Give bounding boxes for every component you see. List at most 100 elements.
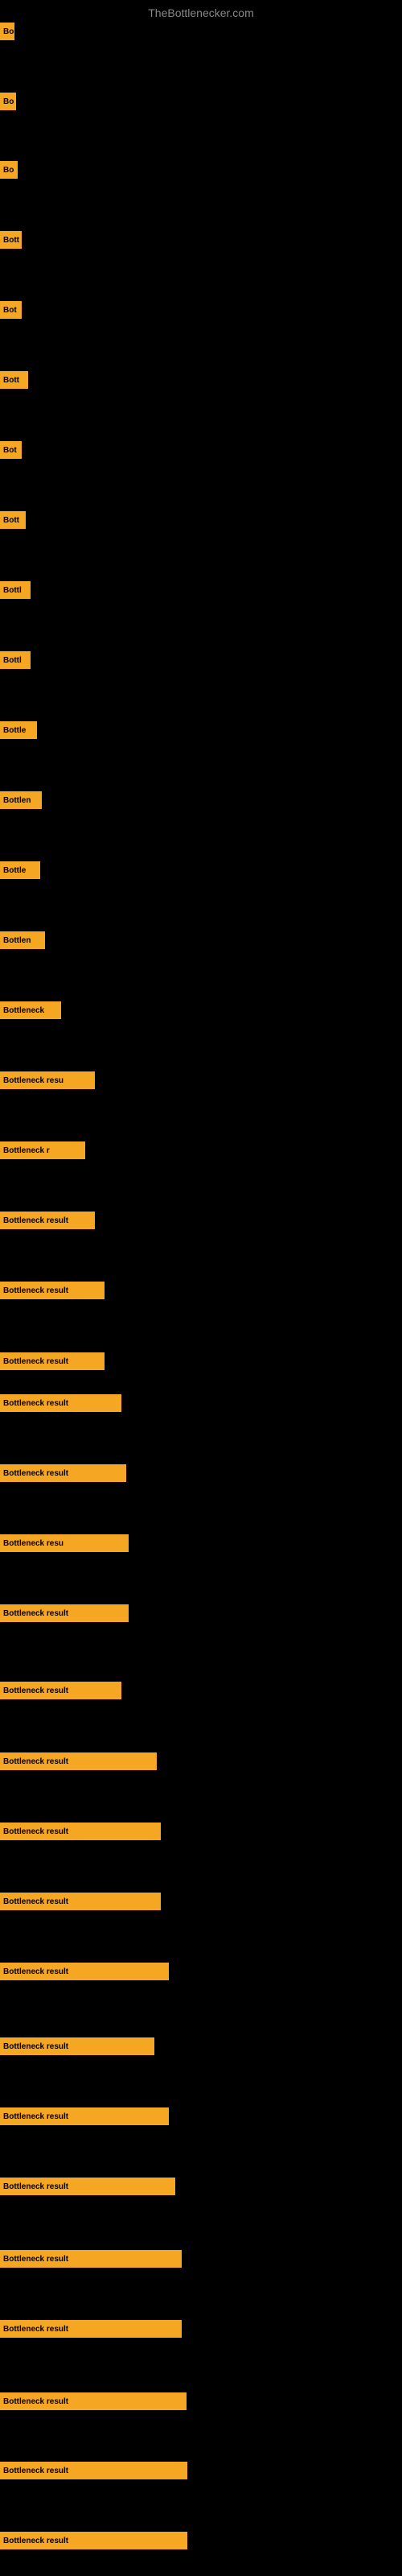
bar-fill-26: Bottleneck result [0, 1823, 161, 1840]
bar-label-24: Bottleneck result [2, 1686, 70, 1695]
bar-label-5: Bott [2, 376, 21, 385]
bar-row-1: Bo [0, 93, 16, 110]
bar-fill-33: Bottleneck result [0, 2320, 182, 2338]
bar-label-1: Bo [2, 97, 15, 106]
bar-row-29: Bottleneck result [0, 2037, 154, 2055]
bar-label-2: Bo [2, 166, 15, 175]
bar-label-32: Bottleneck result [2, 2255, 70, 2264]
bar-fill-20: Bottleneck result [0, 1394, 121, 1412]
bar-label-28: Bottleneck result [2, 1967, 70, 1976]
bar-label-15: Bottleneck resu [2, 1076, 65, 1085]
bar-label-16: Bottleneck r [2, 1146, 51, 1155]
bar-label-17: Bottleneck result [2, 1216, 70, 1225]
bar-fill-6: Bot [0, 441, 22, 459]
bar-label-36: Bottleneck result [2, 2537, 70, 2545]
bar-label-8: Bottl [2, 586, 23, 595]
bar-row-4: Bot [0, 301, 22, 319]
bar-label-30: Bottleneck result [2, 2112, 70, 2121]
bar-fill-22: Bottleneck resu [0, 1534, 129, 1552]
bar-fill-25: Bottleneck result [0, 1752, 157, 1770]
bar-fill-10: Bottle [0, 721, 37, 739]
bar-label-33: Bottleneck result [2, 2325, 70, 2334]
bar-fill-31: Bottleneck result [0, 2178, 175, 2195]
bar-row-18: Bottleneck result [0, 1282, 105, 1299]
bar-row-25: Bottleneck result [0, 1752, 157, 1770]
bar-row-2: Bo [0, 161, 18, 179]
bar-fill-13: Bottlen [0, 931, 45, 949]
bar-fill-2: Bo [0, 161, 18, 179]
bar-label-22: Bottleneck resu [2, 1539, 65, 1548]
bar-row-28: Bottleneck result [0, 1963, 169, 1980]
bar-row-32: Bottleneck result [0, 2250, 182, 2268]
bar-fill-36: Bottleneck result [0, 2532, 187, 2549]
bar-row-10: Bottle [0, 721, 37, 739]
bar-row-14: Bottleneck [0, 1001, 61, 1019]
bar-fill-17: Bottleneck result [0, 1212, 95, 1229]
bar-fill-5: Bott [0, 371, 28, 389]
bar-row-0: Bo [0, 23, 14, 40]
bar-fill-21: Bottleneck result [0, 1464, 126, 1482]
bar-fill-32: Bottleneck result [0, 2250, 182, 2268]
bar-fill-30: Bottleneck result [0, 2107, 169, 2125]
bar-fill-12: Bottle [0, 861, 40, 879]
bar-row-27: Bottleneck result [0, 1893, 161, 1910]
bar-label-29: Bottleneck result [2, 2042, 70, 2051]
bar-row-3: Bott [0, 231, 22, 249]
bar-row-16: Bottleneck r [0, 1141, 85, 1159]
bar-row-33: Bottleneck result [0, 2320, 182, 2338]
bar-row-36: Bottleneck result [0, 2532, 187, 2549]
bar-label-9: Bottl [2, 656, 23, 665]
bar-label-31: Bottleneck result [2, 2182, 70, 2191]
bar-label-19: Bottleneck result [2, 1357, 70, 1366]
bar-fill-28: Bottleneck result [0, 1963, 169, 1980]
bar-row-11: Bottlen [0, 791, 42, 809]
bar-label-10: Bottle [2, 726, 27, 735]
bar-row-7: Bott [0, 511, 26, 529]
bar-label-13: Bottlen [2, 936, 32, 945]
bar-label-0: Bo [2, 27, 14, 36]
bar-label-14: Bottleneck [2, 1006, 46, 1015]
bar-fill-1: Bo [0, 93, 16, 110]
bar-row-5: Bott [0, 371, 28, 389]
bar-row-30: Bottleneck result [0, 2107, 169, 2125]
bar-label-27: Bottleneck result [2, 1897, 70, 1906]
bar-fill-7: Bott [0, 511, 26, 529]
bar-label-18: Bottleneck result [2, 1286, 70, 1295]
bar-row-35: Bottleneck result [0, 2462, 187, 2479]
site-title: TheBottlenecker.com [0, 0, 402, 23]
bar-label-3: Bott [2, 236, 21, 245]
bar-fill-0: Bo [0, 23, 14, 40]
bar-fill-18: Bottleneck result [0, 1282, 105, 1299]
bar-label-6: Bot [2, 446, 18, 455]
bar-fill-34: Bottleneck result [0, 2392, 187, 2410]
bar-fill-9: Bottl [0, 651, 31, 669]
bar-label-23: Bottleneck result [2, 1609, 70, 1618]
bar-fill-16: Bottleneck r [0, 1141, 85, 1159]
bar-fill-24: Bottleneck result [0, 1682, 121, 1699]
bar-label-26: Bottleneck result [2, 1827, 70, 1836]
bar-fill-29: Bottleneck result [0, 2037, 154, 2055]
bar-label-21: Bottleneck result [2, 1469, 70, 1478]
bar-row-9: Bottl [0, 651, 31, 669]
bar-fill-3: Bott [0, 231, 22, 249]
bar-row-22: Bottleneck resu [0, 1534, 129, 1552]
bar-row-24: Bottleneck result [0, 1682, 121, 1699]
bar-fill-15: Bottleneck resu [0, 1071, 95, 1089]
bar-row-17: Bottleneck result [0, 1212, 95, 1229]
bar-row-34: Bottleneck result [0, 2392, 187, 2410]
bar-row-31: Bottleneck result [0, 2178, 175, 2195]
bar-label-20: Bottleneck result [2, 1399, 70, 1408]
bar-fill-35: Bottleneck result [0, 2462, 187, 2479]
bar-label-25: Bottleneck result [2, 1757, 70, 1766]
bar-row-23: Bottleneck result [0, 1604, 129, 1622]
bar-row-20: Bottleneck result [0, 1394, 121, 1412]
bar-row-6: Bot [0, 441, 22, 459]
bar-fill-14: Bottleneck [0, 1001, 61, 1019]
bar-fill-27: Bottleneck result [0, 1893, 161, 1910]
bar-label-35: Bottleneck result [2, 2467, 70, 2475]
bar-label-34: Bottleneck result [2, 2397, 70, 2406]
bar-row-13: Bottlen [0, 931, 45, 949]
bar-fill-4: Bot [0, 301, 22, 319]
bar-label-12: Bottle [2, 866, 27, 875]
bar-row-12: Bottle [0, 861, 40, 879]
